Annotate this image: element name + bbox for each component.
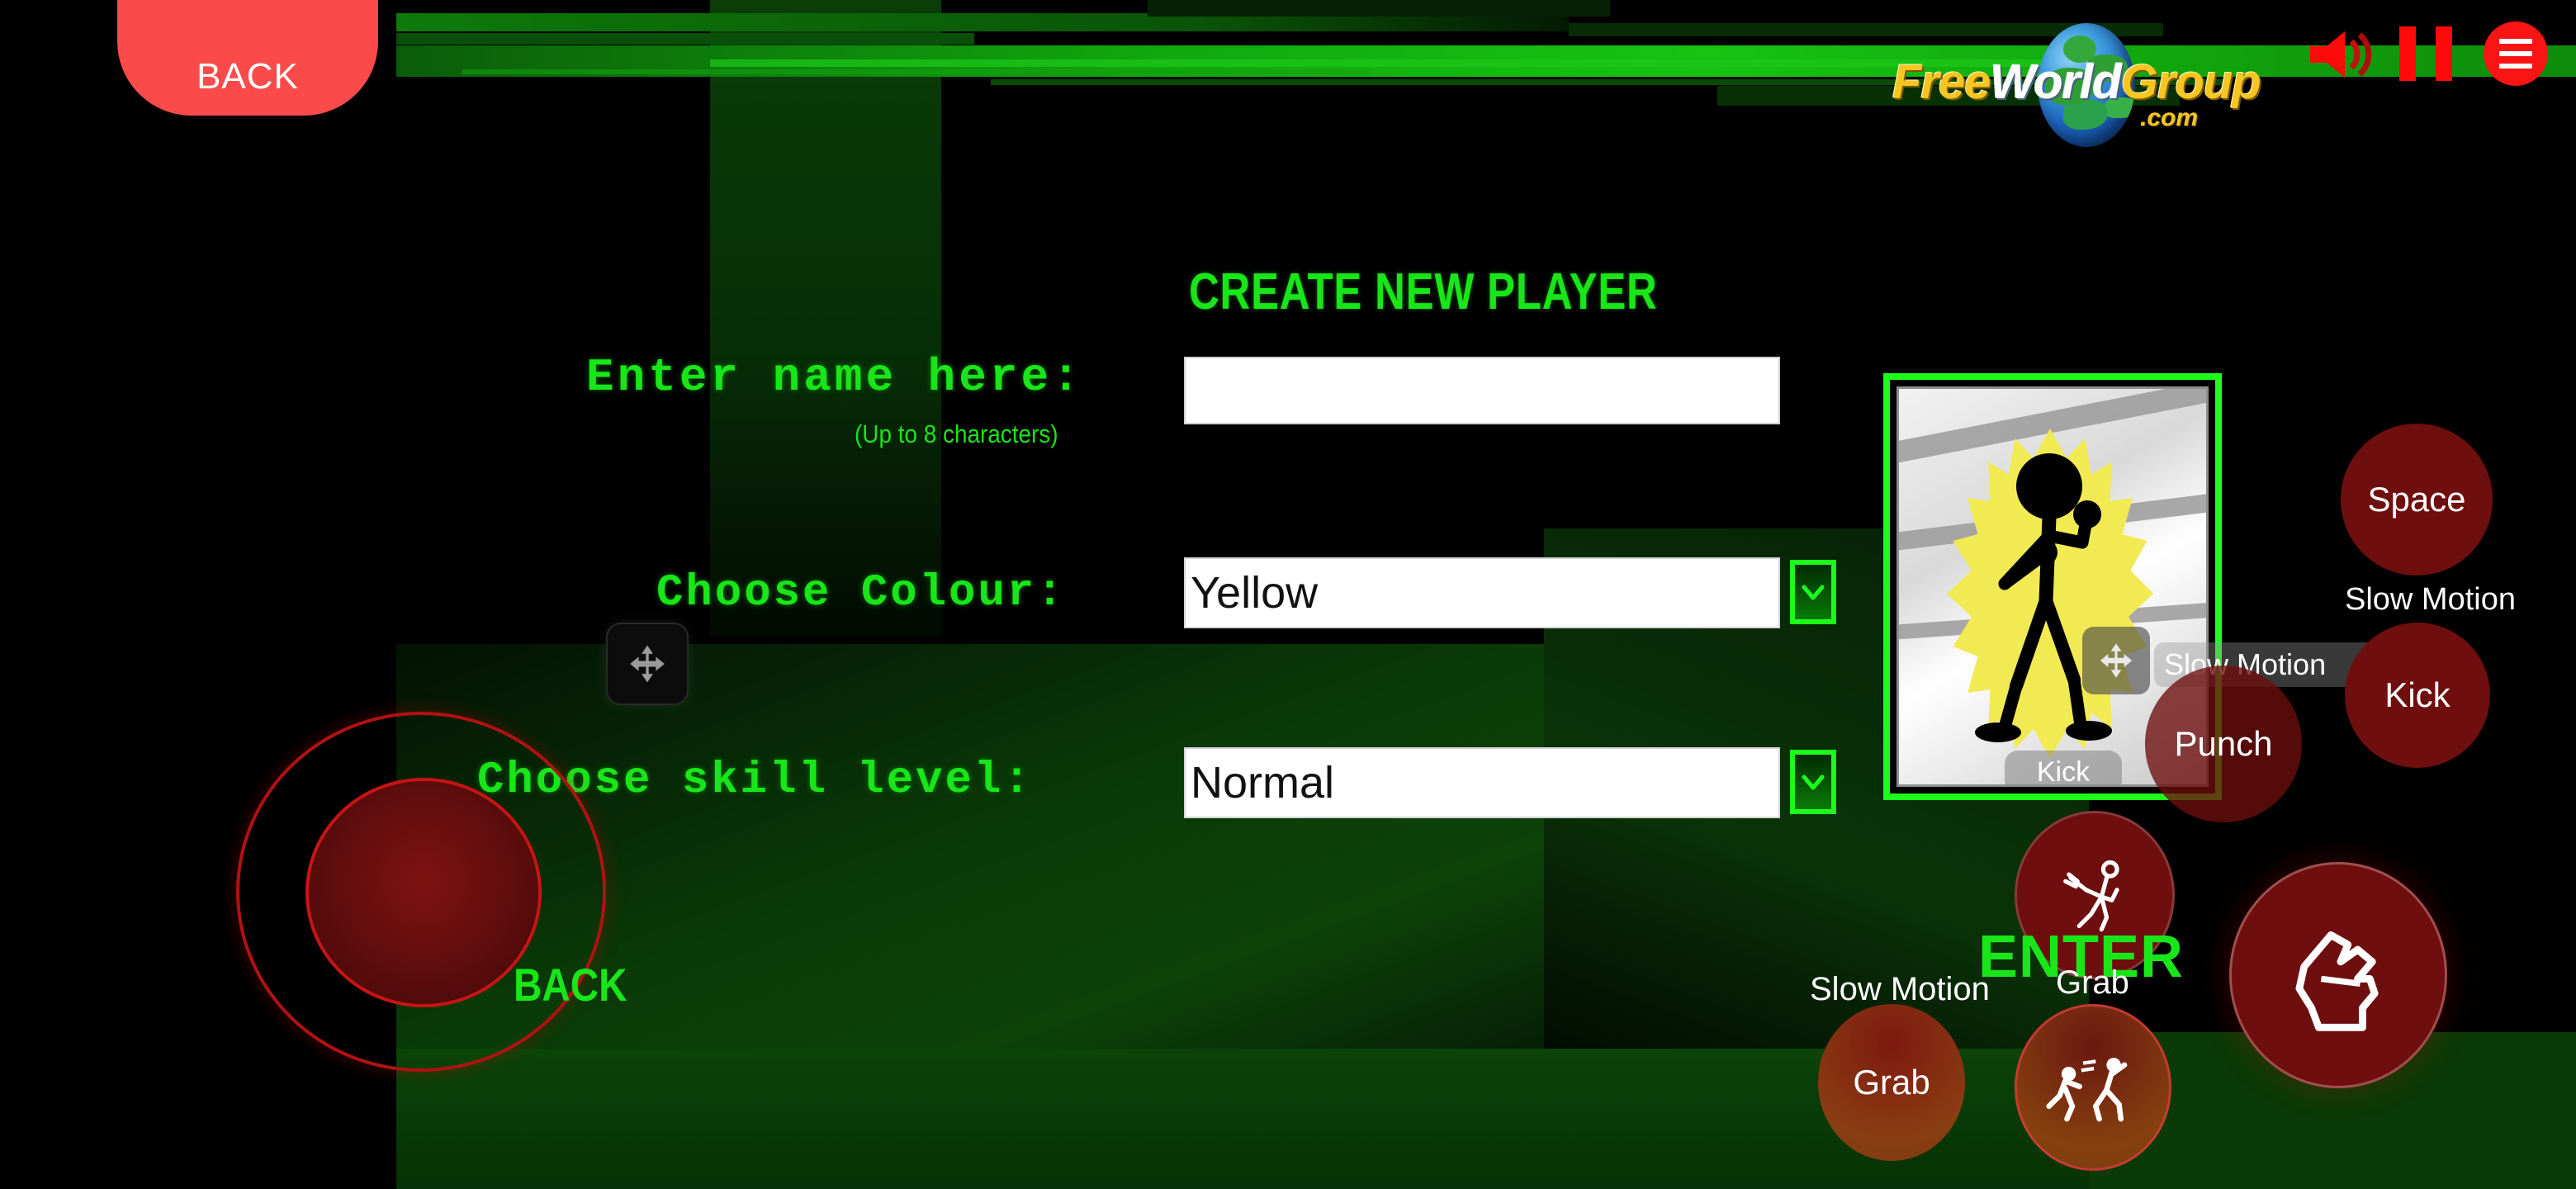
kick-button[interactable]: Kick [2345, 623, 2490, 768]
skill-chevron-down-icon[interactable] [1790, 750, 1836, 814]
bg-streak [710, 59, 2048, 67]
bg-streak [462, 69, 1371, 74]
logo-part-free: Free [1892, 55, 1991, 109]
back-label-green: BACK [514, 959, 627, 1011]
colour-select[interactable]: Yellow [1184, 557, 1780, 628]
kick-button-label: Kick [2384, 675, 2451, 714]
logo-part-group: Group [2120, 55, 2261, 109]
bg-streak-upper [396, 13, 1569, 31]
colour-label: Choose Colour: [656, 568, 1066, 618]
move-arrows-icon[interactable] [606, 623, 689, 705]
name-input[interactable] [1184, 357, 1780, 424]
punch-button[interactable]: Punch [2145, 666, 2302, 822]
skill-select[interactable]: Normal [1184, 747, 1780, 818]
back-button[interactable]: BACK [117, 0, 378, 116]
bg-green-bottom [396, 1049, 2576, 1189]
fist-button[interactable] [2229, 862, 2447, 1088]
bg-green-column [710, 0, 941, 636]
logo-wordmark: FreeWorldGroup [1892, 54, 2305, 112]
colour-chevron-down-icon[interactable] [1790, 560, 1836, 624]
bg-streak [396, 33, 974, 45]
grab-button[interactable]: Grab [1818, 1004, 1965, 1161]
space-button-label: Space [2367, 480, 2466, 519]
name-label: Enter name here: [586, 351, 1083, 404]
name-hint: (Up to 8 characters) [855, 419, 1058, 448]
speaker-volume-icon[interactable] [2308, 30, 2375, 79]
hamburger-menu-icon[interactable] [2484, 21, 2548, 86]
preview-move-arrows-icon[interactable] [2082, 627, 2150, 694]
stick-figure [1975, 453, 2112, 742]
space-button[interactable]: Space [2341, 424, 2493, 576]
page-title: CREATE NEW PLAYER [1189, 263, 1658, 320]
grab-figures-icon [2046, 1058, 2128, 1122]
pause-icon[interactable] [2399, 26, 2452, 81]
logo-part-world: World [1990, 55, 2122, 109]
back-button-label: BACK [197, 56, 299, 97]
joystick-thumb[interactable] [305, 778, 542, 1007]
fist-icon [2295, 931, 2379, 1031]
freeworldgroup-logo[interactable]: FreeWorldGroup .com [1892, 15, 2305, 147]
grab-label-mid: Grab [2056, 964, 2129, 1001]
colour-select-value: Yellow [1191, 568, 1319, 618]
bg-streak [1148, 0, 1610, 17]
skill-select-value: Normal [1191, 758, 1335, 808]
grab-figures-icon-button[interactable] [2015, 1004, 2171, 1171]
logo-dotcom: .com [2140, 104, 2199, 131]
punch-button-label: Punch [2174, 724, 2273, 763]
grab-button-label: Grab [1853, 1063, 1930, 1101]
game-screen: BACK FreeWorldGroup .com CREATE NEW PLAY… [0, 0, 2576, 1189]
slow-motion-label-right: Slow Motion [2345, 582, 2516, 617]
preview-kick-label: Kick [2005, 751, 2122, 784]
slow-motion-label-left: Slow Motion [1810, 971, 1990, 1007]
